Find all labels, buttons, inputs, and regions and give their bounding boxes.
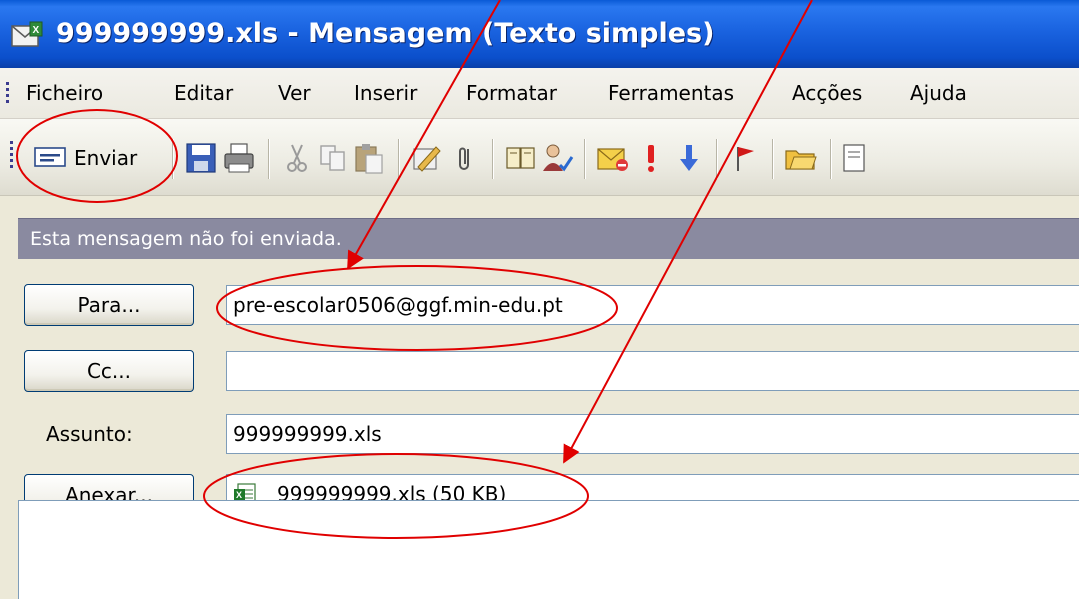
menu-ajuda[interactable]: Ajuda [910, 78, 967, 108]
toolbar-separator [584, 139, 585, 179]
subject-field[interactable]: 999999999.xls [226, 414, 1079, 454]
menu-ficheiro[interactable]: Ficheiro [26, 78, 103, 108]
options-icon [597, 148, 628, 171]
message-icon: X [11, 21, 43, 47]
address-book-icon [506, 147, 535, 169]
toolbar-separator [398, 139, 399, 179]
message-window: X 999999999.xls - Mensagem (Texto simple… [0, 0, 1079, 599]
info-bar: Esta mensagem não foi enviada. [18, 218, 1079, 259]
low-importance-icon [680, 145, 698, 171]
menu-ferramentas[interactable]: Ferramentas [608, 78, 734, 108]
paste-button[interactable] [352, 141, 386, 175]
follow-up-flag-button[interactable] [728, 141, 762, 175]
print-icon [224, 143, 254, 173]
paste-icon [355, 144, 383, 174]
document-icon [843, 144, 865, 172]
toolbar-separator [172, 139, 173, 179]
copy-button[interactable] [316, 141, 350, 175]
toolbar-separator [772, 139, 773, 179]
svg-text:X: X [33, 25, 40, 36]
low-importance-button[interactable] [672, 141, 706, 175]
send-label: Enviar [74, 146, 138, 170]
info-bar-text: Esta mensagem não foi enviada. [30, 228, 342, 250]
window-title: 999999999.xls - Mensagem (Texto simples) [56, 18, 715, 49]
menu-bar: Ficheiro Editar Ver Inserir Formatar Fer… [0, 68, 1079, 119]
toolbar-separator [268, 139, 269, 179]
check-user-button[interactable] [540, 141, 574, 175]
paperclip-icon [459, 147, 469, 170]
menu-ver[interactable]: Ver [278, 78, 311, 108]
check-user-icon [543, 144, 574, 172]
subject-label: Assunto: [46, 422, 133, 446]
folder-button[interactable] [784, 141, 818, 175]
cut-icon [287, 144, 307, 172]
title-bar[interactable]: X 999999999.xls - Mensagem (Texto simple… [0, 0, 1079, 68]
attach-button[interactable] [448, 141, 482, 175]
high-importance-icon [648, 145, 654, 172]
menu-grip[interactable] [6, 82, 9, 106]
send-icon [34, 147, 66, 167]
high-importance-button[interactable] [634, 141, 668, 175]
cut-button[interactable] [280, 141, 314, 175]
cc-field[interactable] [226, 351, 1079, 391]
save-icon [186, 143, 216, 173]
send-button[interactable]: Enviar [34, 141, 158, 175]
save-button[interactable] [184, 141, 218, 175]
check-names-icon [413, 146, 441, 172]
copy-icon [320, 145, 345, 171]
print-button[interactable] [222, 141, 256, 175]
message-body[interactable] [18, 500, 1079, 599]
menu-formatar[interactable]: Formatar [466, 78, 557, 108]
address-book-button[interactable] [504, 141, 538, 175]
cc-button[interactable]: Cc... [24, 350, 194, 392]
to-button[interactable]: Para... [24, 284, 194, 326]
toolbar-separator [830, 139, 831, 179]
toolbar-separator [716, 139, 717, 179]
svg-text:X: X [236, 490, 242, 500]
menu-accoes[interactable]: Acções [792, 78, 862, 108]
toolbar-grip[interactable] [10, 141, 13, 171]
menu-inserir[interactable]: Inserir [354, 78, 417, 108]
standard-toolbar: Enviar [0, 119, 1079, 196]
menu-editar[interactable]: Editar [174, 78, 233, 108]
check-names-button[interactable] [410, 141, 444, 175]
toolbar-separator [492, 139, 493, 179]
folder-icon [785, 150, 817, 170]
message-options-button[interactable] [840, 141, 874, 175]
to-field[interactable]: pre-escolar0506@ggf.min-edu.pt [226, 285, 1079, 325]
flag-icon [737, 147, 754, 171]
options-button[interactable] [596, 141, 630, 175]
